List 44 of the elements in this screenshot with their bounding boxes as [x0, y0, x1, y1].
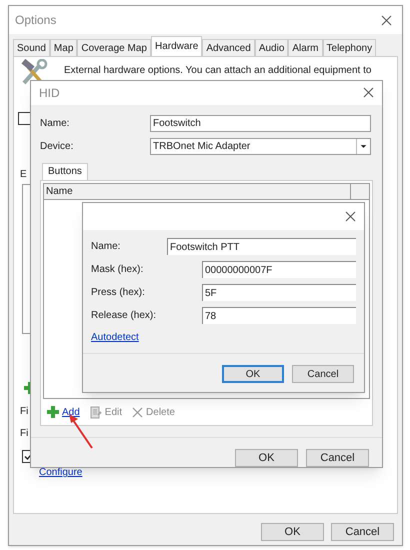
- close-icon[interactable]: [381, 14, 392, 26]
- field-label: Name:: [40, 116, 70, 131]
- close-icon[interactable]: [363, 87, 374, 98]
- dropdown[interactable]: TRBOnet Mic Adapter: [150, 138, 371, 155]
- field-label: Fi: [20, 405, 28, 419]
- dialog-button[interactable]: OK: [261, 523, 324, 541]
- tab[interactable]: Coverage Map: [77, 39, 151, 56]
- input-field[interactable]: 5F: [202, 284, 356, 301]
- configure-link[interactable]: Configure: [39, 465, 82, 480]
- field-label: Press (hex):: [91, 286, 146, 300]
- dialog-button[interactable]: Cancel: [292, 365, 354, 383]
- window-title: HID: [39, 84, 60, 102]
- tab[interactable]: Sound: [13, 39, 50, 56]
- dialog-button[interactable]: Cancel: [331, 523, 394, 541]
- field-label: Device:: [40, 140, 74, 154]
- dialog-button[interactable]: Cancel: [306, 449, 369, 467]
- toolbar-button[interactable]: Add: [47, 404, 80, 420]
- window-title: Options: [15, 12, 56, 29]
- close-icon[interactable]: [345, 211, 356, 222]
- dialog-button[interactable]: OK: [235, 449, 298, 467]
- tab[interactable]: Advanced: [202, 39, 255, 56]
- dialog-button[interactable]: OK: [222, 365, 284, 383]
- tab[interactable]: Audio: [254, 39, 288, 56]
- tab[interactable]: Telephony: [322, 39, 376, 56]
- input-field[interactable]: 78: [202, 307, 356, 324]
- field-label: Mask (hex):: [91, 263, 144, 277]
- plus-icon: [47, 406, 59, 418]
- section-label: E: [20, 168, 27, 182]
- input-field[interactable]: Footswitch: [150, 114, 371, 132]
- field-label: Name:: [91, 240, 122, 254]
- tab[interactable]: Alarm: [288, 39, 323, 56]
- field-label: Release (hex):: [91, 309, 158, 323]
- input-field[interactable]: Footswitch PTT: [167, 238, 356, 255]
- field-label: Fi: [20, 427, 28, 441]
- checkbox[interactable]: [18, 112, 31, 125]
- tab[interactable]: Map: [50, 39, 78, 56]
- input-field[interactable]: 00000000007F: [202, 261, 356, 278]
- tab[interactable]: Hardware: [150, 36, 202, 56]
- tools-icon: [20, 59, 50, 87]
- delete-icon: [132, 406, 144, 418]
- tab[interactable]: Buttons: [42, 162, 88, 180]
- document-icon: [90, 406, 102, 419]
- autodetect-link[interactable]: Autodetect: [91, 330, 139, 345]
- description-text: External hardware options. You can attach an additional equipment to: [64, 64, 372, 77]
